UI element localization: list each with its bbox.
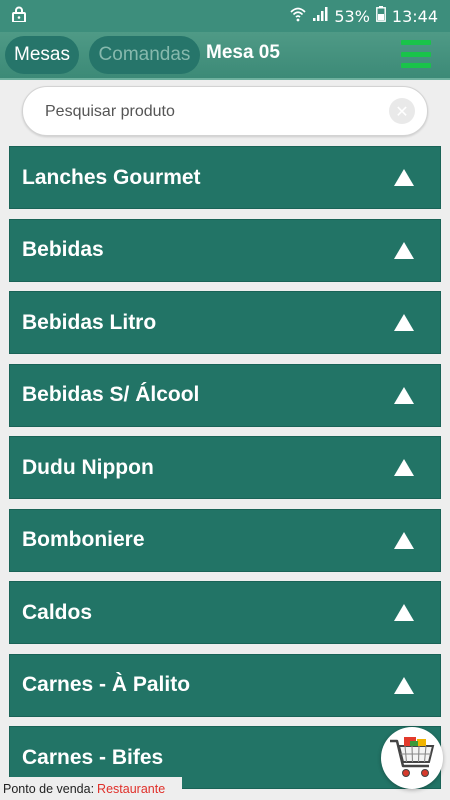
collapse-arrow-icon xyxy=(394,459,414,476)
category-item[interactable]: Caldos xyxy=(9,581,441,644)
category-label: Bebidas xyxy=(22,238,104,261)
category-item[interactable]: Carnes - À Palito xyxy=(9,653,441,717)
mesas-button[interactable]: Mesas xyxy=(5,36,79,74)
status-indicators: 53% 13:44 xyxy=(290,6,438,26)
battery-percent: 53% xyxy=(334,6,370,26)
signal-icon xyxy=(312,6,328,26)
category-label: Carnes - À Palito xyxy=(22,673,191,696)
search-bar: ✕ xyxy=(22,86,428,137)
point-of-sale-footer: Ponto de venda: Restaurante xyxy=(0,777,182,800)
category-item[interactable]: Lanches Gourmet xyxy=(9,146,441,209)
category-label: Dudu Nippon xyxy=(22,455,154,479)
collapse-arrow-icon xyxy=(394,169,414,186)
category-list: Lanches Gourmet Bebidas Bebidas Litro Be… xyxy=(9,146,441,799)
lock-icon xyxy=(12,6,26,26)
collapse-arrow-icon xyxy=(394,604,414,621)
category-item[interactable]: Dudu Nippon xyxy=(9,436,441,499)
battery-icon xyxy=(375,6,386,26)
comandas-button[interactable]: Comandas xyxy=(89,36,200,74)
category-label: Lanches Gourmet xyxy=(22,165,201,189)
category-label: Bebidas Litro xyxy=(22,310,157,334)
clock: 13:44 xyxy=(391,6,438,26)
pdv-value: Restaurante xyxy=(97,781,166,796)
category-label: Bomboniere xyxy=(22,528,145,551)
category-label: Carnes - Bifes xyxy=(22,745,164,769)
collapse-arrow-icon xyxy=(394,676,414,694)
collapse-arrow-icon xyxy=(394,386,414,404)
wifi-icon xyxy=(290,6,306,26)
shopping-cart-icon[interactable] xyxy=(381,727,443,789)
category-item[interactable]: Bebidas xyxy=(9,218,441,282)
app-toolbar: Mesas Comandas Mesa 05 xyxy=(0,32,450,80)
category-item[interactable]: Bomboniere xyxy=(9,508,441,572)
pdv-label: Ponto de venda: xyxy=(3,781,95,796)
category-item[interactable]: Bebidas Litro xyxy=(9,291,441,354)
hamburger-menu-icon[interactable] xyxy=(401,40,431,68)
page-title: Mesa 05 xyxy=(206,42,280,63)
category-label: Caldos xyxy=(22,600,93,624)
category-item[interactable]: Bebidas S/ Álcool xyxy=(9,363,441,427)
clear-x-icon[interactable]: ✕ xyxy=(389,98,415,124)
collapse-arrow-icon xyxy=(394,531,414,549)
search-input[interactable] xyxy=(43,87,387,137)
collapse-arrow-icon xyxy=(394,314,414,331)
category-label: Bebidas S/ Álcool xyxy=(22,383,200,406)
status-bar: 53% 13:44 xyxy=(0,0,450,32)
collapse-arrow-icon xyxy=(394,241,414,259)
